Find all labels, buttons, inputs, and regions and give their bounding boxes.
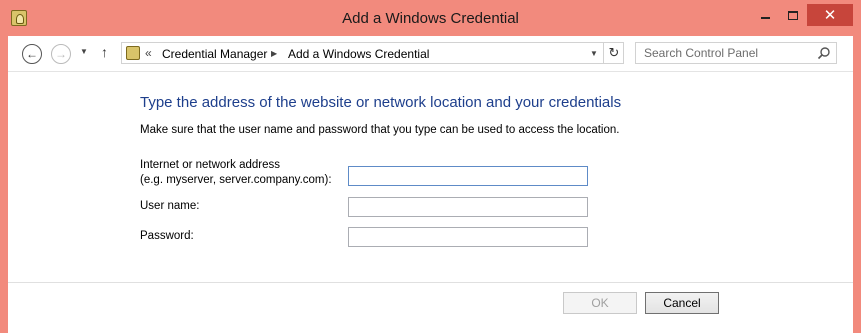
search-box[interactable] <box>635 42 837 64</box>
network-address-field[interactable] <box>348 166 588 186</box>
breadcrumb-overflow[interactable]: « <box>145 46 152 60</box>
recent-locations-dropdown[interactable]: ▼ <box>80 47 88 56</box>
breadcrumb-credential-manager[interactable]: Credential Manager <box>162 47 267 61</box>
refresh-button[interactable]: ↻ <box>603 43 624 63</box>
chevron-down-icon: ▼ <box>80 47 88 56</box>
refresh-icon: ↻ <box>608 45 620 60</box>
maximize-icon <box>788 10 798 20</box>
navigation-bar: ← → ▼ ↑ « Credential Manager ▶ Add a Win… <box>8 36 853 72</box>
minimize-icon <box>760 17 770 19</box>
password-field[interactable] <box>348 227 588 247</box>
forward-button[interactable]: → <box>51 44 71 64</box>
address-label-line1: Internet or network address <box>140 159 280 171</box>
arrow-right-icon: → <box>55 47 67 61</box>
minimize-button[interactable] <box>752 0 778 30</box>
chevron-down-icon: ▼ <box>590 48 598 58</box>
up-button[interactable]: ↑ <box>101 44 108 60</box>
breadcrumb-chevron-icon[interactable]: ▶ <box>271 49 277 58</box>
username-label: User name: <box>140 200 200 212</box>
arrow-left-icon: ← <box>26 47 38 61</box>
client-area: ← → ▼ ↑ « Credential Manager ▶ Add a Win… <box>8 36 853 333</box>
address-label-line2: (e.g. myserver, server.company.com): <box>140 174 332 186</box>
cancel-button[interactable]: Cancel <box>645 292 719 314</box>
window-title: Add a Windows Credential <box>342 10 519 27</box>
maximize-button[interactable] <box>780 0 806 30</box>
address-dropdown[interactable]: ▼ <box>585 43 603 63</box>
search-input[interactable] <box>636 43 812 63</box>
page-heading: Type the address of the website or netwo… <box>140 94 622 111</box>
title-bar[interactable]: Add a Windows Credential ✕ <box>0 0 861 36</box>
back-button[interactable]: ← <box>22 44 42 64</box>
control-panel-icon <box>126 46 140 60</box>
close-button[interactable]: ✕ <box>807 4 853 26</box>
instruction-text: Make sure that the user name and passwor… <box>140 124 620 136</box>
arrow-up-icon: ↑ <box>101 44 108 60</box>
breadcrumb-add-credential[interactable]: Add a Windows Credential <box>288 47 429 61</box>
username-field[interactable] <box>348 197 588 217</box>
footer-divider <box>8 282 853 283</box>
close-icon: ✕ <box>823 7 837 24</box>
address-bar[interactable]: « Credential Manager ▶ Add a Windows Cre… <box>121 42 624 64</box>
password-label: Password: <box>140 230 194 242</box>
search-icon[interactable] <box>817 46 831 60</box>
ok-button[interactable]: OK <box>563 292 637 314</box>
credential-window: Add a Windows Credential ✕ ← → ▼ ↑ « Cre… <box>0 0 861 333</box>
address-label: Internet or network address (e.g. myserv… <box>140 158 332 188</box>
